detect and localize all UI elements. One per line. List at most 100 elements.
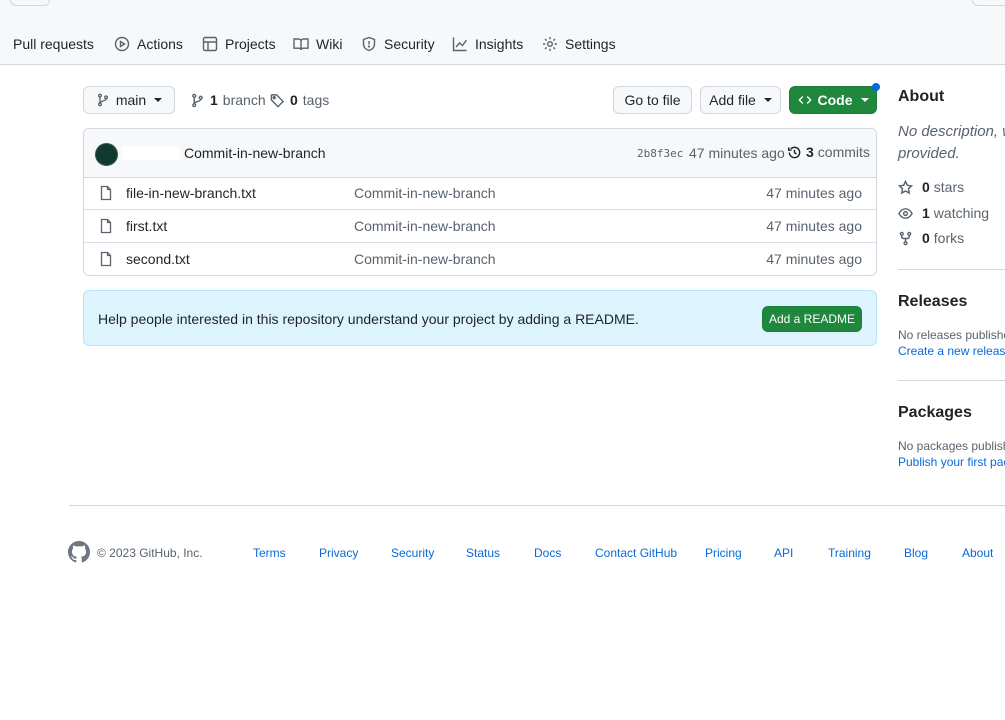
tab-pull-requests[interactable]: Pull requests — [0, 35, 94, 53]
table-row: first.txt Commit-in-new-branch 47 minute… — [84, 210, 876, 243]
branch-icon — [97, 93, 108, 107]
footer-link-status[interactable]: Status — [466, 546, 500, 560]
footer-link-api[interactable]: API — [774, 546, 793, 560]
commit-message[interactable]: Commit-in-new-branch — [184, 145, 326, 161]
about-description: No description, w — [898, 123, 1005, 140]
tab-label: Insights — [475, 36, 524, 52]
add-file-label: Add file — [709, 92, 756, 108]
footer-link-contact[interactable]: Contact GitHub — [595, 546, 677, 560]
about-description-line2: provided. — [898, 145, 960, 162]
tab-projects[interactable]: Projects — [202, 35, 276, 53]
file-name[interactable]: file-in-new-branch.txt — [126, 185, 256, 201]
branch-icon — [192, 93, 203, 107]
forks-link[interactable]: 0 forks — [898, 230, 964, 246]
footer-link-about[interactable]: About — [962, 546, 993, 560]
code-button[interactable]: Code — [789, 86, 877, 114]
notification-dot — [872, 83, 880, 91]
file-icon — [100, 218, 112, 234]
commit-hash[interactable]: 2b8f3ec — [637, 147, 683, 160]
header-button-left[interactable] — [10, 0, 50, 6]
go-to-file-button[interactable]: Go to file — [613, 86, 692, 114]
tag-word: tags — [302, 92, 330, 108]
footer-link-security[interactable]: Security — [391, 546, 434, 560]
tab-settings[interactable]: Settings — [542, 35, 616, 53]
gear-icon — [543, 37, 557, 51]
branch-name: main — [115, 92, 147, 108]
file-name[interactable]: second.txt — [126, 251, 190, 267]
add-readme-button[interactable]: Add a README — [762, 306, 862, 332]
watching-link[interactable]: 1 watching — [898, 205, 989, 221]
code-label: Code — [817, 92, 853, 108]
footer-link-training[interactable]: Training — [828, 546, 871, 560]
eye-icon — [898, 207, 913, 219]
github-logo-icon[interactable] — [68, 541, 90, 563]
footer-link-privacy[interactable]: Privacy — [319, 546, 358, 560]
tags-link[interactable]: 0 tags — [270, 92, 329, 108]
pull-request-icon — [0, 36, 6, 52]
footer-link-blog[interactable]: Blog — [904, 546, 928, 560]
header-button-right[interactable] — [972, 0, 1005, 6]
releases-title[interactable]: Releases — [898, 293, 967, 311]
tab-wiki[interactable]: Wiki — [293, 35, 342, 53]
code-icon — [797, 96, 812, 104]
watching-word: watching — [933, 205, 990, 221]
tab-label: Actions — [137, 36, 183, 52]
chevron-down-icon — [763, 98, 772, 102]
footer-link-terms[interactable]: Terms — [253, 546, 286, 560]
sidebar-divider — [898, 269, 1005, 270]
file-icon — [100, 251, 112, 267]
packages-title[interactable]: Packages — [898, 404, 972, 422]
forks-count: 0 — [922, 230, 930, 246]
add-file-button[interactable]: Add file — [700, 86, 781, 114]
tab-security[interactable]: Security — [361, 35, 435, 53]
create-release-link[interactable]: Create a new release — [898, 344, 1005, 358]
table-row: file-in-new-branch.txt Commit-in-new-bra… — [84, 177, 876, 210]
stars-word: stars — [933, 179, 965, 195]
tab-actions[interactable]: Actions — [114, 35, 183, 53]
tab-label: Wiki — [316, 36, 343, 52]
readme-banner: Help people interested in this repositor… — [83, 290, 877, 346]
commit-count: 3 — [806, 144, 814, 160]
latest-commit-bar: Commit-in-new-branch 2b8f3ec 47 minutes … — [84, 129, 876, 178]
releases-empty: No releases published — [898, 328, 1005, 342]
forks-word: forks — [933, 230, 965, 246]
chevron-down-icon — [860, 98, 869, 102]
tab-label: Settings — [565, 36, 616, 52]
branches-link[interactable]: 1 branch — [190, 92, 266, 108]
file-time: 47 minutes ago — [766, 251, 862, 267]
commit-word: commits — [817, 144, 870, 160]
packages-empty: No packages published — [898, 439, 1005, 453]
go-to-file-label: Go to file — [624, 92, 681, 108]
footer-link-docs[interactable]: Docs — [534, 546, 561, 560]
tag-count: 0 — [290, 92, 298, 108]
file-name[interactable]: first.txt — [126, 218, 167, 234]
table-icon — [202, 36, 218, 52]
tab-insights[interactable]: Insights — [452, 35, 523, 53]
file-commit-message[interactable]: Commit-in-new-branch — [354, 185, 496, 201]
about-title: About — [898, 88, 945, 105]
branch-selector[interactable]: main — [83, 86, 175, 114]
shield-icon — [362, 36, 376, 52]
history-icon — [787, 146, 801, 158]
file-time: 47 minutes ago — [766, 185, 862, 201]
footer-link-pricing[interactable]: Pricing — [705, 546, 742, 560]
readme-banner-text: Help people interested in this repositor… — [98, 311, 639, 327]
chevron-down-icon — [154, 98, 163, 102]
avatar[interactable] — [95, 143, 118, 166]
footer-divider — [69, 505, 1005, 506]
file-time: 47 minutes ago — [766, 218, 862, 234]
branch-count: 1 — [210, 92, 218, 108]
stars-count: 0 — [922, 179, 930, 195]
tab-label: Pull requests — [13, 36, 94, 52]
publish-package-link[interactable]: Publish your first packa — [898, 455, 1005, 469]
stars-link[interactable]: 0 stars — [898, 179, 964, 195]
redacted-author — [122, 146, 180, 160]
footer-copyright: © 2023 GitHub, Inc. — [97, 546, 203, 560]
branch-word: branch — [222, 92, 266, 108]
graph-icon — [452, 37, 468, 52]
file-commit-message[interactable]: Commit-in-new-branch — [354, 218, 496, 234]
commits-link[interactable]: 3 commits — [787, 144, 870, 160]
file-icon — [100, 185, 112, 201]
file-commit-message[interactable]: Commit-in-new-branch — [354, 251, 496, 267]
tag-icon — [270, 93, 285, 108]
